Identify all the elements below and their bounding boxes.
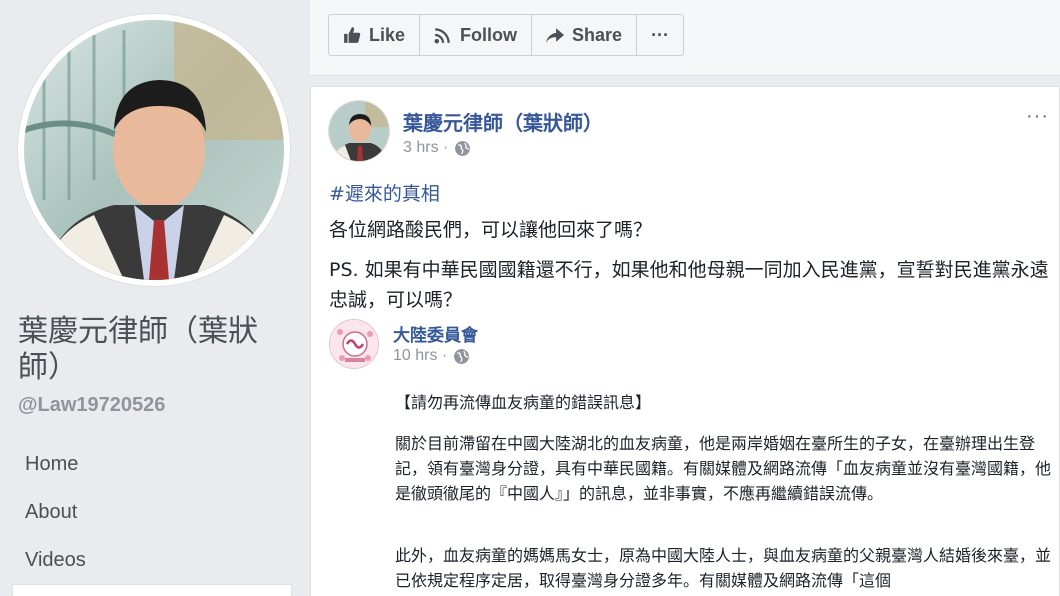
like-button[interactable]: Like	[329, 15, 421, 55]
post-time-text[interactable]: 3 hrs ·	[403, 139, 448, 157]
share-button[interactable]: Share	[532, 15, 638, 55]
more-dots-icon: ···	[651, 24, 670, 45]
rss-icon	[434, 28, 450, 44]
page-name: 葉慶元律師（葉狀師）	[18, 314, 258, 385]
globe-icon	[454, 348, 470, 364]
shared-time-text[interactable]: 10 hrs ·	[393, 347, 447, 365]
share-label: Share	[572, 24, 623, 45]
profile-picture[interactable]	[18, 14, 290, 286]
shared-post-paragraph: 此外，血友病童的媽媽馬女士，原為中國大陸人士，與血友病童的父親臺灣人結婚後來臺，…	[395, 546, 1052, 590]
left-column: 葉慶元律師（葉狀師） @Law19720526 Home About Video…	[0, 0, 300, 596]
globe-icon	[455, 140, 471, 156]
post-author-avatar[interactable]	[329, 101, 389, 161]
page-action-bar: Like Follow Share ···	[310, 0, 1060, 76]
nav-item-videos[interactable]: Videos	[0, 536, 300, 584]
post-text-ps: PS. 如果有中華民國國籍還不行，如果他和他母親一同加入民進黨，宣誓對民進黨永遠…	[329, 259, 1049, 311]
follow-label: Follow	[460, 24, 518, 45]
page-nav: Home About Videos	[0, 440, 300, 584]
shared-page-name[interactable]: 大陸委員會	[393, 321, 478, 346]
shared-post-title: 【請勿再流傳血友病童的錯誤訊息】	[395, 393, 652, 412]
thumbs-up-icon	[344, 27, 361, 43]
shared-timestamp: 10 hrs ·	[393, 347, 470, 365]
post-author-name[interactable]: 葉慶元律師（葉狀師）	[403, 107, 603, 136]
page-handle: @Law19720526	[18, 394, 166, 416]
follow-button[interactable]: Follow	[420, 15, 533, 55]
action-button-group: Like Follow Share ···	[328, 14, 685, 56]
profile-photo	[24, 20, 284, 280]
post-text-line: 各位網路酸民們，可以讓他回來了嗎？	[329, 219, 653, 241]
nav-item-home[interactable]: Home	[0, 440, 300, 488]
shared-page-avatar[interactable]	[329, 319, 379, 369]
nav-item-about[interactable]: About	[0, 488, 300, 536]
share-arrow-icon	[546, 28, 565, 43]
post-options-button[interactable]: ···	[1026, 105, 1049, 128]
nav-bottom-box	[12, 584, 292, 596]
post-hashtag[interactable]: #遲來的真相	[329, 179, 440, 206]
more-actions-button[interactable]: ···	[637, 15, 683, 55]
shared-post-paragraph: 關於目前滯留在中國大陸湖北的血友病童，他是兩岸婚姻在臺所生的子女，在臺辦理出生登…	[395, 434, 1052, 503]
post-card: 葉慶元律師（葉狀師） 3 hrs · ··· #遲來的真相 各位網路酸民們，可以…	[310, 86, 1060, 596]
like-label: Like	[369, 24, 406, 45]
post-timestamp: 3 hrs ·	[403, 139, 471, 157]
